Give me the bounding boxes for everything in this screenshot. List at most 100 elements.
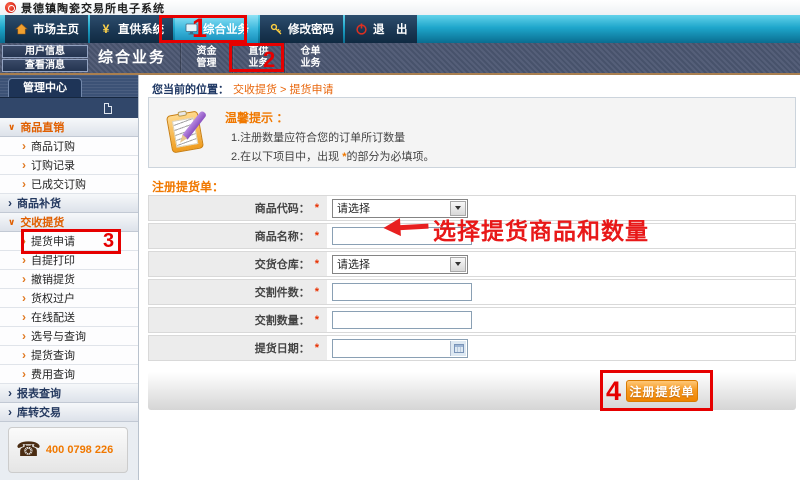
- sidebar-item-cancel-pickup[interactable]: 撤销提货: [0, 270, 138, 289]
- chevron-right-icon: [8, 386, 12, 400]
- view-messages-button[interactable]: 查看消息: [2, 59, 88, 72]
- sidebar-item-order-records[interactable]: 订购记录: [0, 156, 138, 175]
- required-asterisk: *: [315, 342, 319, 354]
- delivery-pieces-input[interactable]: [332, 283, 472, 301]
- sidebar-item-pickup-query[interactable]: 提货查询: [0, 346, 138, 365]
- menu-item-label: 退 出: [373, 21, 408, 37]
- annotation-number-3: 3: [103, 231, 114, 251]
- field-label: 交货仓库：: [255, 256, 310, 272]
- breadcrumb-prefix: 您当前的位置：: [152, 81, 229, 97]
- field-label: 提货日期：: [255, 340, 310, 356]
- chevron-right-icon: [22, 253, 26, 267]
- dropdown-arrow-icon[interactable]: [450, 257, 466, 272]
- delivery-quantity-input[interactable]: [332, 311, 472, 329]
- tip-line-2: 2.在以下项目中，出现 *的部分为必填项。: [231, 148, 435, 164]
- required-asterisk: *: [315, 258, 319, 270]
- annotation-number-2: 2: [263, 49, 275, 71]
- delivery-warehouse-select[interactable]: 请选择: [332, 255, 468, 274]
- chevron-right-icon: [22, 158, 26, 172]
- sidebar-item-online-delivery[interactable]: 在线配送: [0, 308, 138, 327]
- phone-icon: ☎: [16, 440, 41, 460]
- nav-item-warehouse-receipt-business[interactable]: 仓单 业务: [284, 43, 336, 73]
- sidebar-cat-product-direct-sales[interactable]: 商品直销: [0, 118, 138, 137]
- selected-value: 请选择: [337, 256, 370, 272]
- field-label: 商品代码：: [255, 200, 310, 216]
- chevron-right-icon: [22, 329, 26, 343]
- service-phone-box: ☎ 400 0798 226: [8, 427, 128, 473]
- required-asterisk: *: [315, 286, 319, 298]
- section-title: 综合业务: [98, 43, 166, 73]
- annotation-number-1: 1: [192, 15, 207, 42]
- app-logo-icon: [5, 2, 16, 13]
- sidebar-cat-delivery-pickup[interactable]: 交收提货: [0, 213, 138, 232]
- chevron-right-icon: [8, 196, 12, 210]
- sidebar-header: 管理中心: [0, 75, 138, 118]
- tip-box: 温馨提示 ： 1.注册数量应符合您的订单所订数量 2.在以下项目中，出现 *的部…: [148, 97, 796, 168]
- sidebar-item-completed-orders[interactable]: 已成交订购: [0, 175, 138, 194]
- tip-line-1: 1.注册数量应符合您的订单所订数量: [231, 129, 405, 145]
- menu-item-logout[interactable]: 退 出: [345, 15, 417, 43]
- chevron-right-icon: [22, 234, 26, 248]
- yen-icon: ¥: [99, 23, 113, 36]
- main-content: 您当前的位置： 交收提货 > 提货申请 温馨提示 ： 1.注册数量应符合您的订单…: [140, 75, 800, 480]
- menu-item-label: 市场主页: [33, 21, 79, 37]
- field-label: 交割数量：: [255, 312, 310, 328]
- power-icon: [354, 23, 368, 36]
- calendar-icon[interactable]: [450, 341, 466, 356]
- annotation-number-4: 4: [606, 378, 621, 405]
- required-asterisk: *: [315, 230, 319, 242]
- menu-item-label: 直供系统: [118, 21, 164, 37]
- clipboard-pen-icon: [165, 107, 215, 159]
- field-label: 交割件数：: [255, 284, 310, 300]
- app-title: 景德镇陶瓷交易所电子系统: [21, 0, 165, 16]
- chevron-right-icon: [8, 405, 12, 419]
- menu-item-label: 修改密码: [288, 21, 334, 37]
- form-row-delivery-quantity: 交割数量： *: [148, 307, 796, 333]
- user-info-button[interactable]: 用户信息: [2, 45, 88, 58]
- sidebar-cat-warehouse-transfer-trade[interactable]: 库转交易: [0, 403, 138, 422]
- sidebar-item-fee-query[interactable]: 费用查询: [0, 365, 138, 384]
- menu-item-comprehensive-business[interactable]: 综合业务: [175, 15, 258, 43]
- breadcrumb: 您当前的位置： 交收提货 > 提货申请: [152, 81, 334, 97]
- tab-management-center[interactable]: 管理中心: [8, 78, 82, 98]
- tip-title: 温馨提示 ：: [225, 109, 288, 126]
- home-icon: [14, 23, 28, 36]
- form-row-pickup-date: 提货日期： *: [148, 335, 796, 361]
- sidebar-item-product-order[interactable]: 商品订购: [0, 137, 138, 156]
- sidebar-toolbar: [0, 97, 138, 118]
- register-pickup-button[interactable]: 注册提货单: [626, 380, 698, 402]
- required-asterisk: *: [315, 202, 319, 214]
- menu-item-direct-supply-system[interactable]: ¥ 直供系统: [90, 15, 173, 43]
- menu-item-market-home[interactable]: 市场主页: [5, 15, 88, 43]
- chevron-right-icon: [22, 310, 26, 324]
- document-icon[interactable]: [104, 103, 112, 114]
- chevron-right-icon: [22, 139, 26, 153]
- required-asterisk: *: [315, 314, 319, 326]
- sidebar-item-pickup-application[interactable]: 提货申请: [0, 232, 138, 251]
- sidebar-item-number-selection-query[interactable]: 选号与查询: [0, 327, 138, 346]
- sub-nav-bar: 用户信息 查看消息 综合业务 资金 管理 直供 业务 仓单 业务: [0, 43, 800, 75]
- form-footer-bar: 注册提货单: [148, 372, 796, 410]
- main-menu-bar: 市场主页 ¥ 直供系统 综合业务 修改密码 退 出: [0, 15, 800, 43]
- chevron-right-icon: [22, 177, 26, 191]
- breadcrumb-path[interactable]: 交收提货 > 提货申请: [233, 81, 334, 97]
- pickup-date-input[interactable]: [332, 339, 468, 358]
- nav-item-direct-supply-business[interactable]: 直供 业务: [232, 43, 284, 73]
- field-label: 商品名称：: [255, 228, 310, 244]
- sidebar-cat-report-query[interactable]: 报表查询: [0, 384, 138, 403]
- form-title: 注册提货单：: [152, 178, 224, 195]
- nav-item-funds-management[interactable]: 资金 管理: [180, 43, 232, 73]
- chevron-down-icon: [8, 217, 15, 228]
- sidebar: 管理中心 商品直销 商品订购 订购记录 已成交订购 商品补货 交收提货 提货申请…: [0, 75, 139, 480]
- chevron-down-icon: [8, 122, 15, 133]
- sidebar-menu: 商品直销 商品订购 订购记录 已成交订购 商品补货 交收提货 提货申请 自提打印…: [0, 118, 138, 422]
- key-icon: [269, 23, 283, 36]
- sidebar-item-self-pickup-print[interactable]: 自提打印: [0, 251, 138, 270]
- selected-value: 请选择: [337, 200, 370, 216]
- menu-item-change-password[interactable]: 修改密码: [260, 15, 343, 43]
- annotation-note: 选择提货商品和数量: [433, 212, 649, 246]
- form-row-delivery-pieces: 交割件数： *: [148, 279, 796, 305]
- service-phone-number: 400 0798 226: [46, 444, 113, 456]
- sidebar-item-ownership-transfer[interactable]: 货权过户: [0, 289, 138, 308]
- sidebar-cat-product-restock[interactable]: 商品补货: [0, 194, 138, 213]
